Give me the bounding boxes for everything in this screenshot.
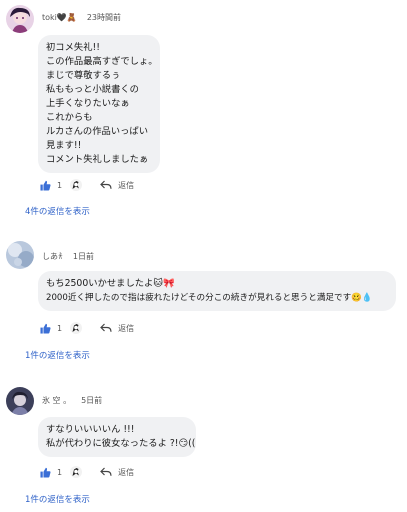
view-replies-link[interactable]: 1件の返信を表示 — [25, 493, 90, 505]
reply-arrow-icon[interactable] — [100, 323, 112, 333]
comment-line: 上手くなりたいなぁ — [46, 98, 130, 109]
avatar[interactable] — [6, 241, 34, 269]
thumbs-up-icon[interactable] — [40, 323, 51, 334]
avatar[interactable] — [6, 5, 34, 33]
thumbs-up-icon[interactable] — [40, 467, 51, 478]
timestamp: 23時間前 — [86, 13, 121, 22]
comment-line: もち2500いかせましたよ🐱🎀 — [46, 278, 175, 289]
view-replies-link[interactable]: 1件の返信を表示 — [25, 349, 90, 361]
reply-arrow-icon[interactable] — [100, 467, 112, 477]
comment-actions: 1 返信 — [40, 320, 134, 336]
comment-bubble: 初コメ失礼!! この作品最高すぎでしょ。 まじで尊敬するぅ 私ももっと小説書くの… — [38, 35, 160, 173]
like-count: 1 — [57, 180, 63, 190]
author-name[interactable]: toki🖤🧸 — [42, 13, 77, 22]
like-count: 1 — [57, 467, 63, 477]
reply-button[interactable]: 返信 — [118, 467, 134, 478]
comment-line: この作品最高すぎでしょ。 — [46, 56, 158, 67]
comment-meta: しあ𐀪 1日前 — [42, 251, 94, 262]
replier-avatar[interactable] — [70, 179, 83, 191]
author-name[interactable]: しあ𐀪 — [42, 252, 63, 261]
comment-actions: 1 返信 — [40, 464, 134, 480]
comment-line: 私ももっと小説書くの — [46, 84, 139, 95]
comment-line: これからも — [46, 112, 93, 123]
view-replies-link[interactable]: 4件の返信を表示 — [25, 205, 90, 217]
replier-avatar[interactable] — [70, 322, 83, 334]
comment-line: すなりいいいいん !!! — [46, 424, 135, 435]
comment-bubble: すなりいいいいん !!! 私が代わりに彼女なったるよ ?!😏(( — [38, 417, 196, 457]
comment-line: コメント失礼しましたぁ — [46, 154, 149, 165]
reply-button[interactable]: 返信 — [118, 180, 134, 191]
comment-actions: 1 返信 — [40, 177, 134, 193]
comment-meta: 氷 空 。 5日前 — [42, 395, 102, 406]
like-count: 1 — [57, 323, 63, 333]
reply-button[interactable]: 返信 — [118, 323, 134, 334]
avatar[interactable] — [6, 387, 34, 415]
author-name[interactable]: 氷 空 。 — [42, 396, 71, 405]
reply-arrow-icon[interactable] — [100, 180, 112, 190]
replier-avatar[interactable] — [70, 466, 83, 478]
timestamp: 5日前 — [81, 396, 103, 405]
comment-line: 見ます!! — [46, 140, 82, 151]
thumbs-up-icon[interactable] — [40, 180, 51, 191]
comment-line: 2000近く押したので指は疲れたけどその分この続きが見れると思うと満足です🥴💧 — [46, 293, 373, 303]
comment-bubble: もち2500いかせましたよ🐱🎀 2000近く押したので指は疲れたけどその分この続… — [38, 271, 396, 311]
comment-meta: toki🖤🧸 23時間前 — [42, 12, 121, 23]
comment-line: 初コメ失礼!! — [46, 42, 100, 53]
comment-line: ルカさんの作品いっぱい — [46, 126, 148, 137]
comment-line: まじで尊敬するぅ — [46, 70, 121, 81]
timestamp: 1日前 — [72, 252, 94, 261]
comment-line: 私が代わりに彼女なったるよ ?!😏(( — [46, 438, 196, 449]
